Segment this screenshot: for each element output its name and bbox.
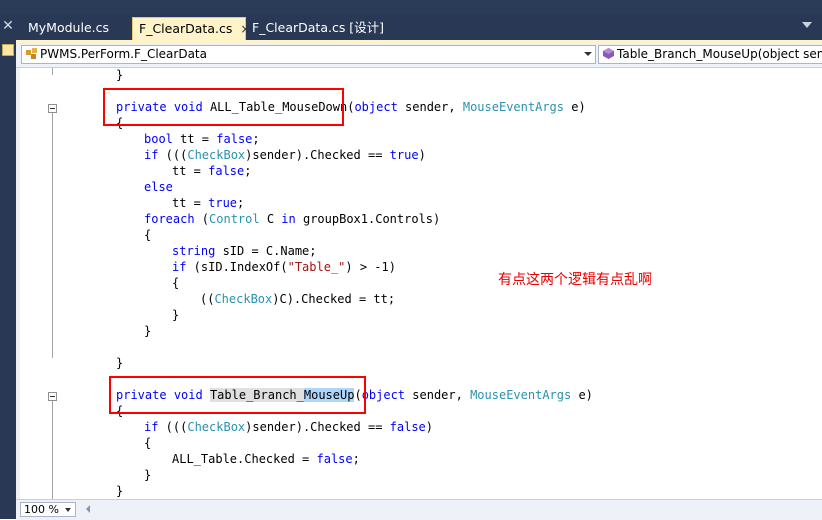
code-line: foreach (Control C in groupBox1.Controls… <box>144 212 441 226</box>
code-line: } <box>116 484 124 498</box>
tab-f-cleardata[interactable]: F_ClearData.cs × <box>132 17 250 40</box>
member-dropdown[interactable]: Table_Branch_MouseUp(object sen <box>598 45 822 64</box>
code-line: { <box>172 276 180 290</box>
annotation-box-mouseup <box>109 376 366 414</box>
method-icon <box>603 48 614 59</box>
tab-mymodule[interactable]: MyModule.cs <box>22 18 115 38</box>
code-line: else <box>144 180 173 194</box>
code-line: } <box>116 68 124 82</box>
code-line: tt = false; <box>172 164 252 178</box>
annotation-box-mousedown <box>103 88 344 126</box>
selection-margin <box>16 68 20 499</box>
tab-label: F_ClearData.cs [设计] <box>252 20 385 35</box>
class-icon <box>26 48 37 59</box>
tab-label: F_ClearData.cs <box>139 21 233 36</box>
code-line: if (((CheckBox)sender).Checked == false) <box>144 420 434 434</box>
class-dropdown-label: PWMS.PerForm.F_ClearData <box>40 47 207 61</box>
code-line: string sID = C.Name; <box>172 244 317 258</box>
class-dropdown[interactable]: PWMS.PerForm.F_ClearData <box>21 45 596 64</box>
member-dropdown-label: Table_Branch_MouseUp(object sen <box>617 47 822 61</box>
code-line: } <box>144 468 152 482</box>
code-line: if (((CheckBox)sender).Checked == true) <box>144 148 426 162</box>
code-line: } <box>144 324 152 338</box>
tab-label: MyModule.cs <box>28 20 109 35</box>
close-panel-icon[interactable]: ✕ <box>1 18 15 34</box>
outline-line <box>52 401 53 499</box>
code-editor[interactable]: } private void ALL_Table_MouseDown(objec… <box>16 68 822 499</box>
code-line: } <box>116 356 124 370</box>
code-line: bool tt = false; <box>144 132 260 146</box>
code-line: tt = true; <box>172 196 245 210</box>
code-line: } <box>172 308 180 322</box>
code-line: if (sID.IndexOf("Table_") > -1) <box>172 260 396 274</box>
chevron-down-icon <box>584 52 592 56</box>
zoom-level: 100 % <box>24 503 59 516</box>
collapse-icon[interactable] <box>48 104 57 113</box>
annotation-note: 有点这两个逻辑有点乱啊 <box>498 272 652 288</box>
navigation-bar: PWMS.PerForm.F_ClearData Table_Branch_Mo… <box>16 43 822 68</box>
outline-line <box>52 68 53 75</box>
title-strip <box>0 0 822 14</box>
collapse-icon[interactable] <box>48 392 57 401</box>
tool-window-strip: ✕ <box>0 14 16 519</box>
tab-f-cleardata-designer[interactable]: F_ClearData.cs [设计] <box>246 18 390 38</box>
outline-line <box>52 113 53 358</box>
scroll-left-icon[interactable] <box>86 505 90 513</box>
code-line: { <box>144 228 152 242</box>
code-line: ((CheckBox)C).Checked = tt; <box>200 292 396 306</box>
chevron-down-icon <box>65 508 71 512</box>
toolbox-tab-icon[interactable] <box>2 44 14 56</box>
tab-list-dropdown-icon[interactable] <box>802 22 812 28</box>
editor-status-bar: 100 % <box>16 499 822 520</box>
document-tab-row: MyModule.cs F_ClearData.cs × F_ClearData.… <box>16 14 822 40</box>
zoom-dropdown[interactable]: 100 % <box>20 502 76 517</box>
code-line: { <box>144 436 152 450</box>
code-line: ALL_Table.Checked = false; <box>172 452 360 466</box>
